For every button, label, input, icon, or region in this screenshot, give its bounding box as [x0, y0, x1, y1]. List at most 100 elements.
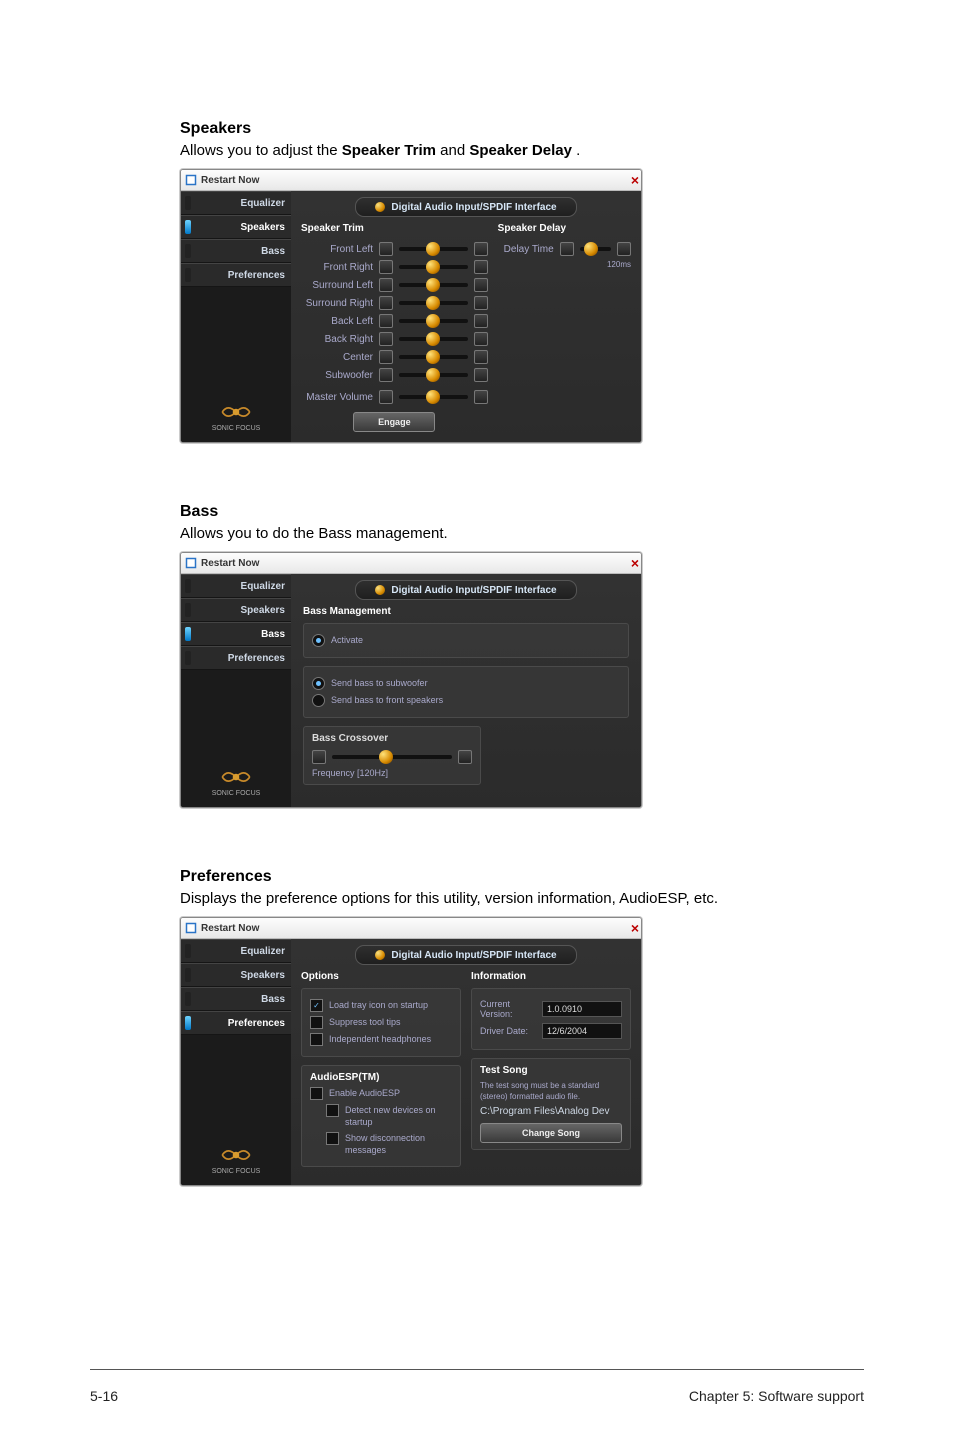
slider-inc-button[interactable]: [474, 242, 488, 256]
tab-preferences[interactable]: Preferences: [181, 263, 291, 287]
opt-show-disconnect-msgs[interactable]: Show disconnection messages: [310, 1132, 452, 1156]
master-volume-slider[interactable]: [399, 395, 468, 399]
tab-preferences[interactable]: Preferences: [181, 1011, 291, 1035]
send-bass-front-radio[interactable]: Send bass to front speakers: [312, 694, 620, 707]
slider-inc-button[interactable]: [474, 390, 488, 404]
change-song-button[interactable]: Change Song: [480, 1123, 622, 1143]
slider-dec-button[interactable]: [379, 260, 393, 274]
opt-independent-headphones[interactable]: Independent headphones: [310, 1033, 452, 1046]
slider-dec-button[interactable]: [379, 278, 393, 292]
slider-thumb-icon: [426, 260, 440, 274]
dot-icon: [375, 202, 385, 212]
bass-crossover-readout: Frequency [120Hz]: [312, 768, 472, 778]
delay-time-slider[interactable]: [580, 247, 611, 251]
tab-speakers[interactable]: Speakers: [181, 963, 291, 987]
interface-pill[interactable]: Digital Audio Input/SPDIF Interface: [355, 197, 577, 217]
opt-label: Independent headphones: [329, 1033, 431, 1045]
slider-inc-button[interactable]: [458, 750, 472, 764]
app-icon: [185, 174, 197, 186]
tab-label: Preferences: [195, 1018, 285, 1029]
interface-pill[interactable]: Digital Audio Input/SPDIF Interface: [355, 945, 577, 965]
radio-icon: [312, 634, 325, 647]
checkbox-icon: [310, 1087, 323, 1100]
opt-detect-on-startup[interactable]: Detect new devices on startup: [310, 1104, 452, 1128]
activate-radio[interactable]: Activate: [312, 634, 620, 647]
info-version-value: 1.0.0910: [542, 1001, 622, 1017]
slider-dec-button[interactable]: [379, 296, 393, 310]
interface-pill[interactable]: Digital Audio Input/SPDIF Interface: [355, 580, 577, 600]
trim-slider[interactable]: [399, 319, 468, 323]
slider-thumb-icon: [379, 750, 393, 764]
opt-enable-audioesp[interactable]: Enable AudioESP: [310, 1087, 452, 1100]
test-song-desc: The test song must be a standard (stereo…: [480, 1080, 622, 1102]
pill-label: Digital Audio Input/SPDIF Interface: [391, 585, 556, 596]
tab-label: Equalizer: [195, 946, 285, 957]
slider-inc-button[interactable]: [474, 260, 488, 274]
window-bass: Restart Now × Equalizer Speakers Bass Pr…: [180, 552, 642, 808]
tab-label: Preferences: [195, 653, 285, 664]
tab-label: Equalizer: [195, 198, 285, 209]
checkbox-icon: [326, 1104, 339, 1117]
led-icon: [185, 579, 191, 593]
panel-title-options: Options: [301, 971, 461, 982]
panel-title-speaker-delay: Speaker Delay: [498, 223, 631, 234]
checkbox-icon: [310, 1016, 323, 1029]
slider-dec-button[interactable]: [560, 242, 574, 256]
tab-equalizer[interactable]: Equalizer: [181, 191, 291, 215]
trim-slider-label: Surround Left: [301, 280, 373, 291]
slider-dec-button[interactable]: [312, 750, 326, 764]
trim-slider[interactable]: [399, 247, 468, 251]
titlebar: Restart Now ×: [181, 170, 641, 191]
txt: Speaker Trim: [342, 142, 436, 159]
test-song-path-field[interactable]: C:\Program Files\Analog Dev: [480, 1106, 622, 1117]
tab-bass[interactable]: Bass: [181, 622, 291, 646]
close-button[interactable]: ×: [631, 555, 637, 571]
tab-preferences[interactable]: Preferences: [181, 646, 291, 670]
slider-inc-button[interactable]: [617, 242, 631, 256]
trim-slider-row: Back Right: [301, 330, 488, 348]
trim-slider[interactable]: [399, 283, 468, 287]
trim-slider-row: Front Left: [301, 240, 488, 258]
bass-crossover-slider[interactable]: [332, 755, 452, 759]
trim-slider[interactable]: [399, 301, 468, 305]
send-bass-subwoofer-radio[interactable]: Send bass to subwoofer: [312, 677, 620, 690]
radio-icon: [312, 677, 325, 690]
close-button[interactable]: ×: [631, 172, 637, 188]
tab-equalizer[interactable]: Equalizer: [181, 939, 291, 963]
trim-slider[interactable]: [399, 337, 468, 341]
slider-dec-button[interactable]: [379, 332, 393, 346]
slider-inc-button[interactable]: [474, 314, 488, 328]
trim-slider[interactable]: [399, 355, 468, 359]
trim-slider[interactable]: [399, 265, 468, 269]
info-driver-date-value: 12/6/2004: [542, 1023, 622, 1039]
slider-inc-button[interactable]: [474, 332, 488, 346]
tab-speakers[interactable]: Speakers: [181, 598, 291, 622]
slider-thumb-icon: [426, 390, 440, 404]
engage-button[interactable]: Engage: [353, 412, 435, 432]
slider-dec-button[interactable]: [379, 314, 393, 328]
slider-dec-button[interactable]: [379, 368, 393, 382]
opt-load-tray[interactable]: ✓Load tray icon on startup: [310, 999, 452, 1012]
led-icon: [185, 196, 191, 210]
tab-bass[interactable]: Bass: [181, 987, 291, 1011]
tab-bass[interactable]: Bass: [181, 239, 291, 263]
opt-label: Load tray icon on startup: [329, 999, 428, 1011]
close-button[interactable]: ×: [631, 920, 637, 936]
tab-speakers[interactable]: Speakers: [181, 215, 291, 239]
slider-inc-button[interactable]: [474, 296, 488, 310]
slider-thumb-icon: [426, 242, 440, 256]
slider-inc-button[interactable]: [474, 278, 488, 292]
opt-suppress-tooltips[interactable]: Suppress tool tips: [310, 1016, 452, 1029]
dot-icon: [375, 950, 385, 960]
slider-dec-button[interactable]: [379, 242, 393, 256]
trim-slider[interactable]: [399, 373, 468, 377]
slider-dec-button[interactable]: [379, 390, 393, 404]
led-icon: [185, 627, 191, 641]
trim-slider-row: Subwoofer: [301, 366, 488, 384]
audioesp-title: AudioESP(TM): [310, 1072, 452, 1083]
brand-logo: SONIC FOCUS: [181, 401, 291, 432]
slider-inc-button[interactable]: [474, 368, 488, 382]
tab-equalizer[interactable]: Equalizer: [181, 574, 291, 598]
slider-dec-button[interactable]: [379, 350, 393, 364]
slider-inc-button[interactable]: [474, 350, 488, 364]
